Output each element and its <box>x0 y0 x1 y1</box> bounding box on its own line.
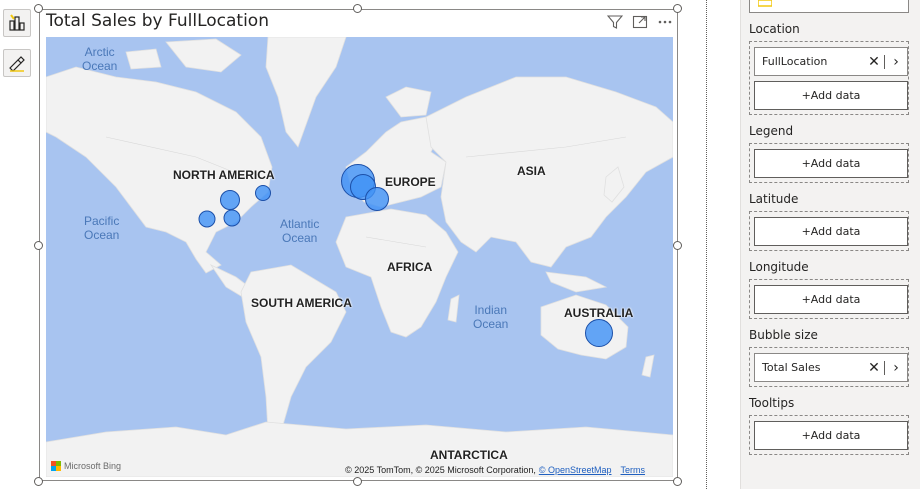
ocean-label-atlantic: Atlantic Ocean <box>280 217 320 245</box>
add-data-button-legend[interactable]: +Add data <box>754 149 908 178</box>
remove-field-icon[interactable]: ✕ <box>864 54 884 70</box>
ocean-label-arctic: Arctic Ocean <box>82 45 118 73</box>
well-label-latitude: Latitude <box>749 192 799 206</box>
resize-handle[interactable] <box>34 4 43 13</box>
field-chip-total-sales[interactable]: Total Sales ✕ › <box>754 353 908 382</box>
focus-mode-icon[interactable] <box>632 14 648 30</box>
sales-bubble[interactable] <box>255 185 271 201</box>
build-visual-button[interactable] <box>3 9 31 37</box>
world-map-land <box>46 37 673 477</box>
chevron-right-icon[interactable]: › <box>885 360 907 376</box>
well-label-bubble-size: Bubble size <box>749 328 818 342</box>
sales-bubble[interactable] <box>585 319 613 347</box>
field-chip-fulllocation[interactable]: FullLocation ✕ › <box>754 47 908 76</box>
remove-field-icon[interactable]: ✕ <box>864 360 884 376</box>
previous-well <box>749 0 909 13</box>
filter-icon[interactable] <box>607 14 623 30</box>
ocean-label-indian: Indian Ocean <box>473 303 509 331</box>
resize-handle[interactable] <box>673 241 682 250</box>
continent-label-australia: AUSTRALIA <box>564 306 634 320</box>
format-visual-button[interactable] <box>3 49 31 77</box>
sales-bubble[interactable] <box>365 187 389 211</box>
well-tooltips[interactable]: +Add data <box>749 415 909 455</box>
resize-handle[interactable] <box>34 477 43 486</box>
well-label-location: Location <box>749 22 800 36</box>
openstreetmap-link[interactable]: © OpenStreetMap <box>539 465 612 475</box>
well-bubble-size[interactable]: Total Sales ✕ › <box>749 347 909 387</box>
continent-label-south-america: SOUTH AMERICA <box>251 296 352 310</box>
continent-label-asia: ASIA <box>517 164 546 178</box>
continent-label-europe: EUROPE <box>385 175 436 189</box>
continent-label-antarctica: ANTARCTICA <box>430 448 508 462</box>
resize-handle[interactable] <box>353 477 362 486</box>
map-attribution: © 2025 TomTom, © 2025 Microsoft Corporat… <box>345 465 645 475</box>
well-longitude[interactable]: +Add data <box>749 279 909 319</box>
visual-tool-strip <box>0 0 34 489</box>
bing-logo: Microsoft Bing <box>51 461 121 471</box>
map-visual[interactable]: Total Sales by FullLocation Arctic Ocean… <box>39 9 678 481</box>
pane-divider <box>706 0 707 489</box>
resize-handle[interactable] <box>353 4 362 13</box>
well-label-longitude: Longitude <box>749 260 809 274</box>
add-data-button-longitude[interactable]: +Add data <box>754 285 908 314</box>
resize-handle[interactable] <box>34 241 43 250</box>
well-label-tooltips: Tooltips <box>749 396 795 410</box>
resize-handle[interactable] <box>673 4 682 13</box>
continent-label-north-america: NORTH AMERICA <box>173 168 275 182</box>
map-canvas[interactable]: Arctic Ocean Pacific Ocean Atlantic Ocean I… <box>46 37 673 477</box>
build-visual-pane: Location FullLocation ✕ › +Add data Lege… <box>740 0 920 489</box>
ocean-label-pacific: Pacific Ocean <box>84 214 120 242</box>
more-options-icon[interactable] <box>657 14 673 30</box>
chevron-right-icon[interactable]: › <box>885 54 907 70</box>
microsoft-logo-icon <box>51 461 61 471</box>
terms-link[interactable]: Terms <box>621 465 646 475</box>
visual-title: Total Sales by FullLocation <box>46 11 269 31</box>
well-latitude[interactable]: +Add data <box>749 211 909 251</box>
add-data-button-latitude[interactable]: +Add data <box>754 217 908 246</box>
sales-bubble[interactable] <box>220 190 240 210</box>
add-data-button-location[interactable]: +Add data <box>754 81 908 110</box>
well-legend[interactable]: +Add data <box>749 143 909 183</box>
sales-bubble[interactable] <box>223 209 241 227</box>
sales-bubble[interactable] <box>198 210 216 228</box>
visual-header <box>607 14 673 30</box>
well-label-legend: Legend <box>749 124 794 138</box>
continent-label-africa: AFRICA <box>387 260 433 274</box>
well-location[interactable]: FullLocation ✕ › +Add data <box>749 41 909 115</box>
build-visual-icon <box>9 14 25 31</box>
resize-handle[interactable] <box>673 477 682 486</box>
field-icon <box>758 0 772 7</box>
format-brush-icon <box>9 56 25 72</box>
add-data-button-tooltips[interactable]: +Add data <box>754 421 908 450</box>
